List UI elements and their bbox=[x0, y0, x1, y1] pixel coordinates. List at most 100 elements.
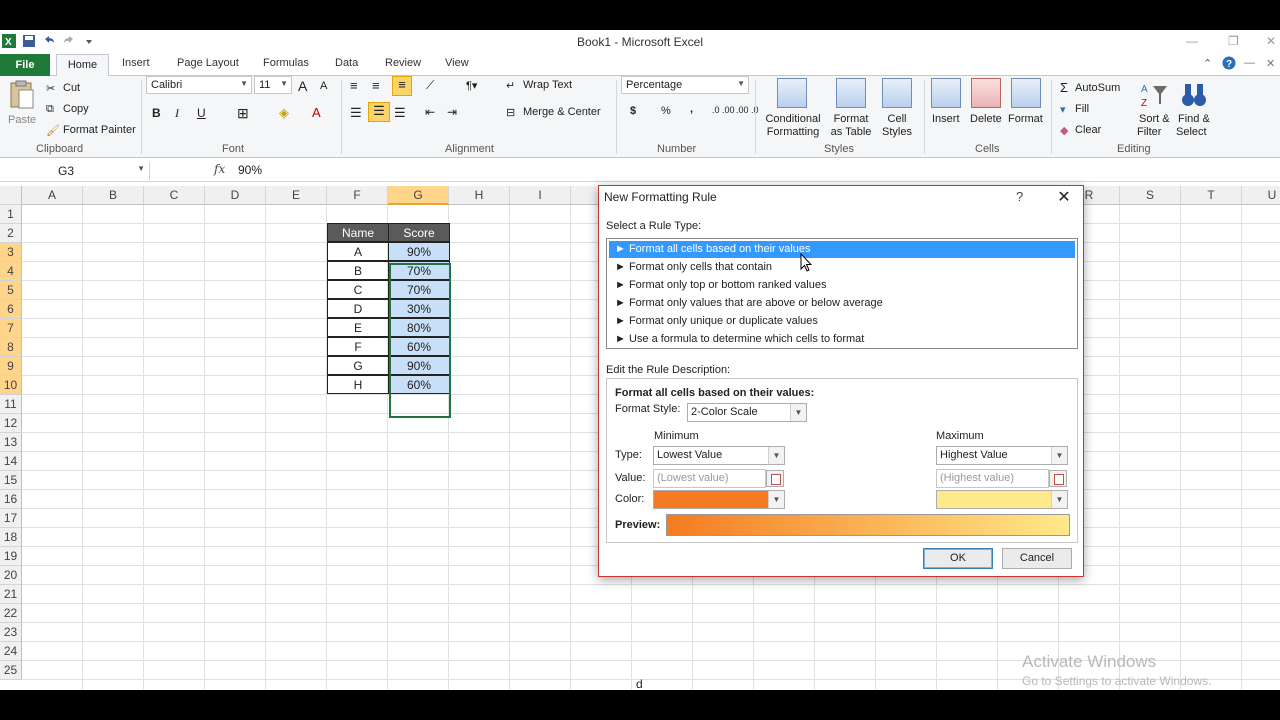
row-header-23[interactable]: 23 bbox=[0, 623, 22, 642]
rule-type-item[interactable]: ► Format all cells based on their values bbox=[609, 241, 1075, 258]
column-header-i[interactable]: I bbox=[510, 186, 571, 205]
rule-type-item[interactable]: ► Format only top or bottom ranked value… bbox=[609, 277, 1075, 294]
restore-icon[interactable]: ❐ bbox=[1228, 34, 1239, 48]
column-header-t[interactable]: T bbox=[1181, 186, 1242, 205]
percent-button[interactable]: % bbox=[661, 105, 671, 117]
increase-decimal-button[interactable]: .0 .00 bbox=[712, 105, 735, 115]
fill-color-icon[interactable]: ◈ bbox=[279, 105, 289, 121]
table-cell-score[interactable]: 90% bbox=[388, 356, 450, 375]
tab-view[interactable]: View bbox=[445, 57, 469, 69]
minimize-ribbon-icon[interactable]: ⌃ bbox=[1203, 57, 1212, 70]
column-header-c[interactable]: C bbox=[144, 186, 205, 205]
minimum-range-picker-icon[interactable] bbox=[766, 470, 784, 487]
delete-cells-button[interactable]: Delete bbox=[970, 113, 1002, 125]
tab-review[interactable]: Review bbox=[385, 57, 421, 69]
column-header-u[interactable]: U bbox=[1242, 186, 1280, 205]
workbook-minimize-icon[interactable]: — bbox=[1244, 57, 1255, 69]
tab-file[interactable]: File bbox=[0, 54, 50, 76]
row-header-25[interactable]: 25 bbox=[0, 661, 22, 680]
maximum-range-picker-icon[interactable] bbox=[1049, 470, 1067, 487]
tab-insert[interactable]: Insert bbox=[122, 57, 150, 69]
format-as-table-label-1[interactable]: Format bbox=[829, 113, 873, 125]
conditional-formatting-label-2[interactable]: Formatting bbox=[761, 126, 825, 138]
format-painter-button[interactable]: Format Painter bbox=[63, 124, 136, 136]
row-header-16[interactable]: 16 bbox=[0, 490, 22, 509]
row-header-14[interactable]: 14 bbox=[0, 452, 22, 471]
table-cell-score[interactable]: 60% bbox=[388, 375, 450, 394]
align-right-icon[interactable]: ☰ bbox=[394, 105, 406, 121]
tab-formulas[interactable]: Formulas bbox=[263, 57, 309, 69]
row-header-13[interactable]: 13 bbox=[0, 433, 22, 452]
row-header-11[interactable]: 11 bbox=[0, 395, 22, 414]
close-window-icon[interactable]: ✕ bbox=[1266, 34, 1276, 48]
table-cell-score[interactable]: 70% bbox=[388, 280, 450, 299]
increase-indent-icon[interactable]: ⇥ bbox=[447, 105, 457, 119]
tab-page-layout[interactable]: Page Layout bbox=[177, 57, 239, 69]
currency-button[interactable]: $ bbox=[630, 105, 636, 117]
underline-button[interactable]: U bbox=[197, 106, 206, 120]
table-cell-name[interactable]: A bbox=[327, 242, 389, 261]
maximum-value-input[interactable]: (Highest value) bbox=[936, 469, 1049, 488]
row-header-5[interactable]: 5 bbox=[0, 281, 22, 300]
select-all-corner[interactable] bbox=[0, 186, 22, 205]
row-header-21[interactable]: 21 bbox=[0, 585, 22, 604]
row-header-6[interactable]: 6 bbox=[0, 300, 22, 319]
row-header-9[interactable]: 9 bbox=[0, 357, 22, 376]
column-header-e[interactable]: E bbox=[266, 186, 327, 205]
tab-data[interactable]: Data bbox=[335, 57, 358, 69]
row-header-17[interactable]: 17 bbox=[0, 509, 22, 528]
table-cell-score[interactable]: 70% bbox=[388, 261, 450, 280]
formula-input[interactable]: 90% bbox=[238, 163, 262, 177]
sort-filter-label-1[interactable]: Sort & bbox=[1139, 113, 1170, 125]
cell-styles-label-2[interactable]: Styles bbox=[879, 126, 915, 138]
column-header-f[interactable]: F bbox=[327, 186, 388, 205]
row-header-2[interactable]: 2 bbox=[0, 224, 22, 243]
font-name-combo[interactable]: Calibri ▼ bbox=[146, 76, 252, 94]
table-cell-name[interactable]: F bbox=[327, 337, 389, 356]
minimum-type-select[interactable]: Lowest Value ▼ bbox=[653, 446, 785, 465]
paste-icon[interactable] bbox=[8, 80, 36, 110]
row-header-18[interactable]: 18 bbox=[0, 528, 22, 547]
borders-icon[interactable]: ⊞ bbox=[237, 105, 249, 122]
table-header-name[interactable]: Name bbox=[327, 223, 389, 242]
paragraph-icon[interactable]: ¶▾ bbox=[466, 79, 477, 92]
row-header-10[interactable]: 10 bbox=[0, 376, 22, 395]
row-header-8[interactable]: 8 bbox=[0, 338, 22, 357]
workbook-close-icon[interactable]: ✕ bbox=[1266, 57, 1275, 70]
insert-cells-button[interactable]: Insert bbox=[932, 113, 960, 125]
table-cell-score[interactable]: 80% bbox=[388, 318, 450, 337]
align-bottom-icon[interactable]: ≡ bbox=[392, 76, 412, 96]
table-cell-name[interactable]: C bbox=[327, 280, 389, 299]
maximum-color-picker[interactable]: ▼ bbox=[936, 490, 1068, 509]
table-cell-score[interactable]: 60% bbox=[388, 337, 450, 356]
align-middle-icon[interactable]: ≡ bbox=[372, 78, 380, 93]
row-header-1[interactable]: 1 bbox=[0, 205, 22, 224]
table-cell-name[interactable]: B bbox=[327, 261, 389, 280]
table-cell-score[interactable]: 30% bbox=[388, 299, 450, 318]
merge-center-button[interactable]: Merge & Center bbox=[523, 106, 601, 118]
row-header-4[interactable]: 4 bbox=[0, 262, 22, 281]
cell-styles-label-1[interactable]: Cell bbox=[882, 113, 912, 125]
find-select-label-2[interactable]: Select bbox=[1176, 126, 1207, 138]
copy-button[interactable]: Copy bbox=[63, 103, 89, 115]
table-cell-name[interactable]: G bbox=[327, 356, 389, 375]
decrease-indent-icon[interactable]: ⇤ bbox=[425, 105, 435, 119]
font-size-combo[interactable]: 11 ▼ bbox=[254, 76, 292, 94]
format-as-table-label-2[interactable]: as Table bbox=[826, 126, 876, 138]
row-header-20[interactable]: 20 bbox=[0, 566, 22, 585]
ok-button[interactable]: OK bbox=[923, 548, 993, 569]
row-header-19[interactable]: 19 bbox=[0, 547, 22, 566]
minimize-icon[interactable]: — bbox=[1186, 34, 1198, 48]
column-header-d[interactable]: D bbox=[205, 186, 266, 205]
bold-button[interactable]: B bbox=[152, 106, 161, 120]
autosum-button[interactable]: AutoSum bbox=[1075, 82, 1120, 94]
orientation-icon[interactable]: ⟋ bbox=[426, 78, 434, 93]
rule-type-list[interactable]: ► Format all cells based on their values… bbox=[606, 238, 1078, 349]
align-left-icon[interactable]: ☰ bbox=[350, 105, 362, 121]
tab-home[interactable]: Home bbox=[56, 54, 109, 77]
insert-function-icon[interactable]: fx bbox=[214, 162, 225, 176]
conditional-formatting-label-1[interactable]: Conditional bbox=[763, 113, 823, 125]
wrap-text-button[interactable]: Wrap Text bbox=[523, 79, 572, 91]
rule-type-item[interactable]: ► Format only values that are above or b… bbox=[609, 295, 1075, 312]
row-header-15[interactable]: 15 bbox=[0, 471, 22, 490]
